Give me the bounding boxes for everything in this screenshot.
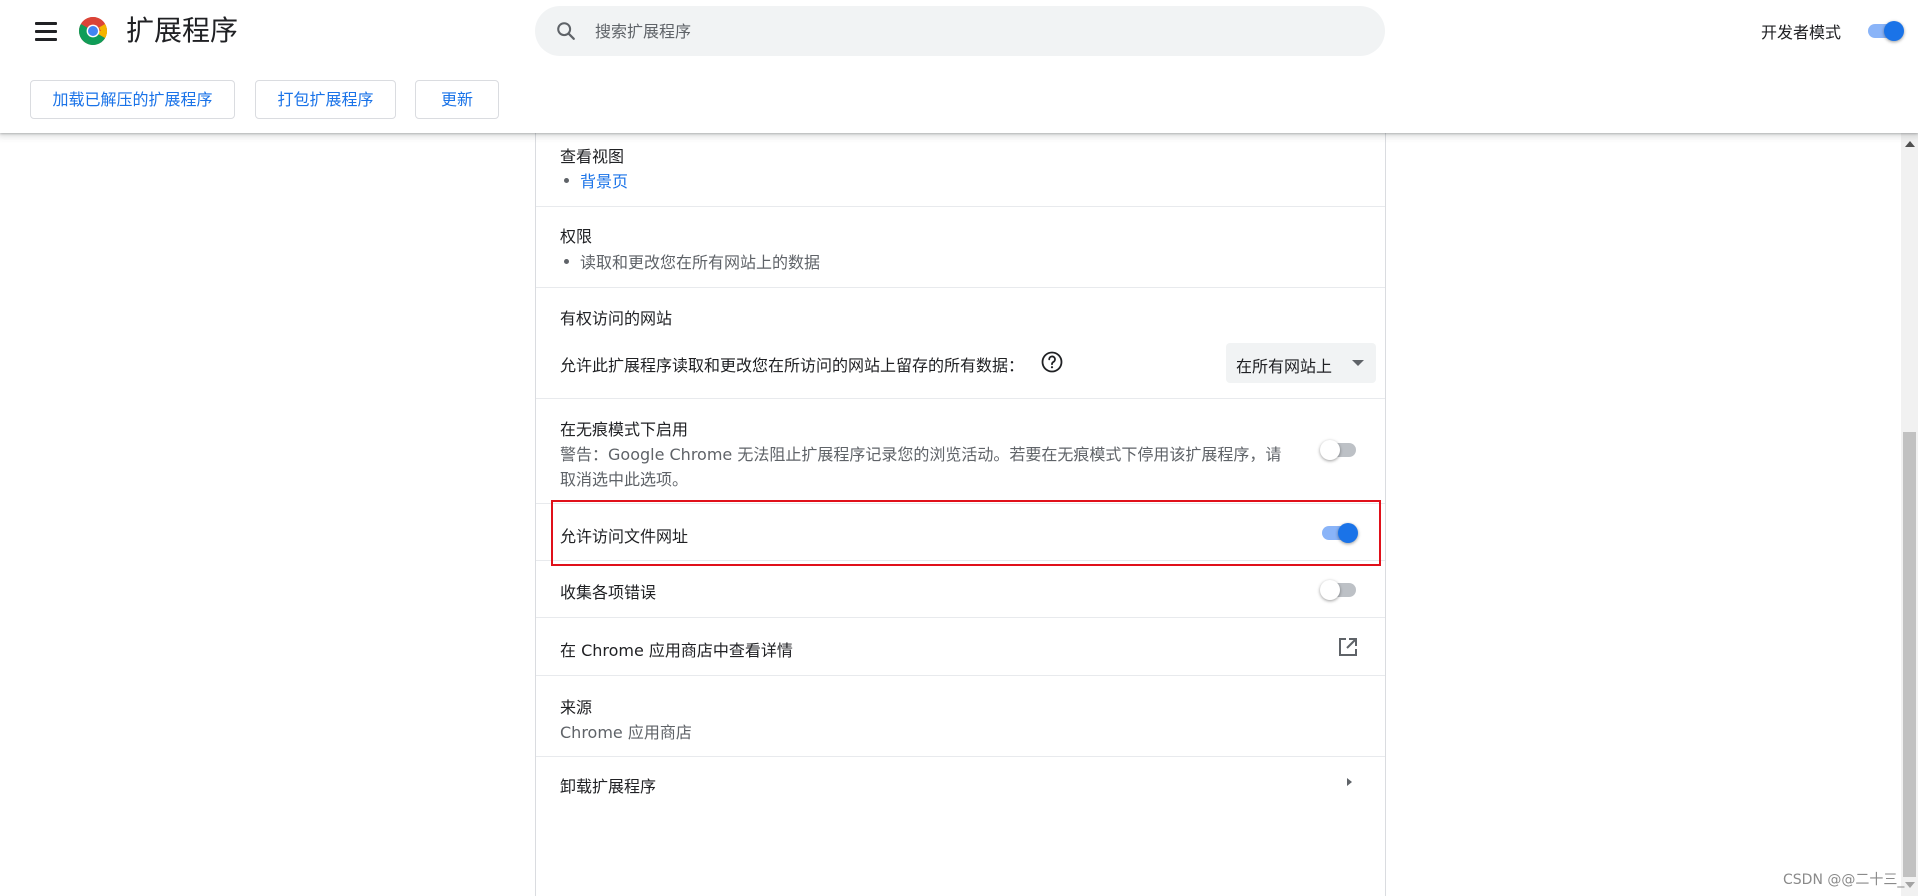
permissions-section: 权限 读取和更改您在所有网站上的数据 [536,207,1385,288]
inspect-views-title: 查看视图 [560,147,625,166]
help-icon[interactable] [1040,350,1064,374]
source-value: Chrome 应用商店 [560,723,692,742]
site-access-title: 有权访问的网站 [560,309,673,328]
chevron-down-icon [1352,360,1364,366]
permission-item: 读取和更改您在所有网站上的数据 [580,253,821,272]
scroll-down-arrow-icon[interactable] [1905,882,1915,888]
collect-errors-title: 收集各项错误 [560,583,657,602]
developer-mode-label: 开发者模式 [1761,23,1842,42]
search-input[interactable] [593,6,1363,56]
search-icon [557,22,575,40]
toggle-knob [1320,440,1340,460]
site-access-description: 允许此扩展程序读取和更改您在所访问的网站上留存的所有数据： [560,356,1025,375]
update-button[interactable]: 更新 [415,80,499,119]
list-item: 背景页 [563,168,628,192]
toggle-knob [1320,580,1340,600]
remove-extension-row[interactable]: 卸载扩展程序 [536,757,1385,815]
collect-errors-toggle[interactable] [1320,580,1356,600]
page-title: 扩展程序 [126,14,239,47]
source-title: 来源 [560,698,593,717]
pack-extension-button[interactable]: 打包扩展程序 [255,80,396,119]
menu-icon[interactable] [30,18,62,46]
permissions-title: 权限 [560,227,593,246]
scrollbar[interactable] [1901,133,1918,896]
chevron-right-icon [1347,778,1352,786]
webstore-link-title: 在 Chrome 应用商店中查看详情 [560,641,793,660]
extensions-header: 扩展程序 开发者模式 加载已解压的扩展程序 打包扩展程序 更新 [0,0,1918,133]
site-access-section: 有权访问的网站 允许此扩展程序读取和更改您在所访问的网站上留存的所有数据： 在所… [536,288,1385,399]
load-unpacked-button[interactable]: 加载已解压的扩展程序 [30,80,235,119]
file-access-section: 允许访问文件网址 [536,504,1385,561]
file-access-title: 允许访问文件网址 [560,527,689,546]
open-in-new-icon [1339,638,1357,656]
remove-extension-title: 卸载扩展程序 [560,777,657,796]
developer-mode-toggle[interactable] [1868,21,1904,41]
scroll-up-arrow-icon[interactable] [1905,141,1915,147]
scrollbar-thumb[interactable] [1903,432,1916,877]
chrome-logo-icon [79,17,107,45]
incognito-toggle[interactable] [1320,440,1356,460]
incognito-warning-line-2: 取消选中此选项。 [560,470,689,489]
list-item: 读取和更改您在所有网站上的数据 [563,249,821,273]
toggle-knob [1884,21,1904,41]
webstore-link-row[interactable]: 在 Chrome 应用商店中查看详情 [536,618,1385,676]
incognito-warning-line-1: 警告：Google Chrome 无法阻止扩展程序记录您的浏览活动。若要在无痕模… [560,445,1282,464]
extension-details-card: 查看视图 背景页 权限 读取和更改您在所有网站上的数据 有权访问的网站 允许此扩… [535,133,1386,896]
file-access-toggle[interactable] [1322,523,1358,543]
watermark: CSDN @@二十三_ [1783,872,1905,888]
incognito-section: 在无痕模式下启用 警告：Google Chrome 无法阻止扩展程序记录您的浏览… [536,399,1385,504]
collect-errors-section: 收集各项错误 [536,561,1385,618]
background-page-link[interactable]: 背景页 [580,172,628,191]
source-section: 来源 Chrome 应用商店 [536,676,1385,757]
search-bar[interactable] [535,6,1385,56]
toggle-knob [1338,523,1358,543]
site-access-select[interactable]: 在所有网站上 [1226,343,1376,383]
incognito-title: 在无痕模式下启用 [560,420,689,439]
site-access-selected-value: 在所有网站上 [1236,357,1333,376]
inspect-views-section: 查看视图 背景页 [536,133,1385,207]
